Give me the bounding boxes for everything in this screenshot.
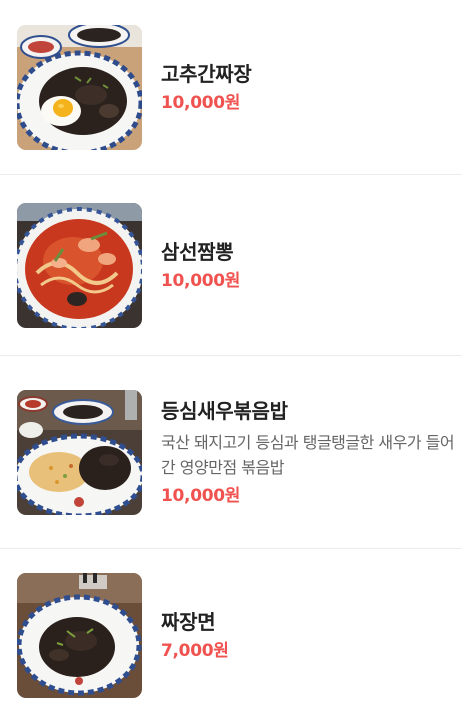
menu-item-photo[interactable] xyxy=(17,24,142,150)
menu-item-price: 10,000원 xyxy=(161,485,241,506)
fried-rice-photo-icon xyxy=(17,389,142,515)
jjajangmyeon-photo-icon xyxy=(17,572,142,698)
menu-item-photo[interactable] xyxy=(17,389,142,515)
menu-item-info: 짜장면 7,000원 xyxy=(161,608,457,663)
menu-item[interactable]: 등심새우볶음밥 국산 돼지고기 등심과 탱글탱글한 새우가 들어간 영양만점 볶… xyxy=(0,356,462,549)
menu-item-price: 10,000원 xyxy=(161,270,241,291)
menu-item-name: 고추간짜장 xyxy=(161,61,252,86)
menu-item-name: 등심새우볶음밥 xyxy=(161,398,288,423)
menu-item-price: 7,000원 xyxy=(161,640,229,661)
menu-item-info: 고추간짜장 10,000원 xyxy=(161,60,457,115)
seafood-jjamppong-photo-icon xyxy=(17,202,142,328)
menu-item-photo[interactable] xyxy=(17,202,142,328)
menu-list: 고추간짜장 10,000원 삼선짬뽕 10,000원 등심새우볶음밥 국산 돼지… xyxy=(0,0,462,721)
menu-item-description: 국산 돼지고기 등심과 탱글탱글한 새우가 들어간 영양만점 볶음밥 xyxy=(161,432,455,477)
jjajang-fried-egg-photo-icon xyxy=(17,24,142,150)
menu-item-name: 짜장면 xyxy=(161,609,216,634)
menu-item-photo[interactable] xyxy=(17,572,142,698)
menu-item[interactable]: 짜장면 7,000원 xyxy=(0,549,462,721)
menu-item-info: 삼선짬뽕 10,000원 xyxy=(161,238,457,293)
menu-item-price: 10,000원 xyxy=(161,92,241,113)
menu-item-info: 등심새우볶음밥 국산 돼지고기 등심과 탱글탱글한 새우가 들어간 영양만점 볶… xyxy=(161,397,457,508)
menu-item[interactable]: 삼선짬뽕 10,000원 xyxy=(0,175,462,356)
menu-item[interactable]: 고추간짜장 10,000원 xyxy=(0,0,462,175)
menu-item-name: 삼선짬뽕 xyxy=(161,239,234,264)
